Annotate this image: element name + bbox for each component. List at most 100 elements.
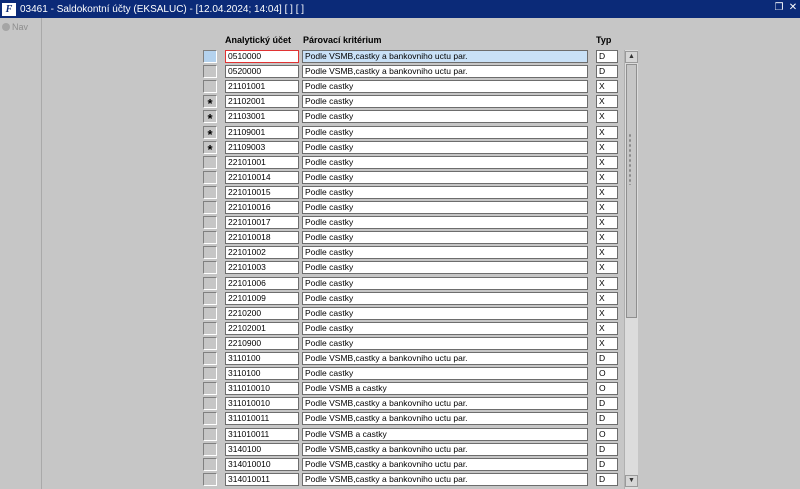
type-field[interactable]: D [596,397,618,410]
row-selector[interactable] [203,246,217,259]
table-row[interactable]: 3110100 Podle VSMB,castky a bankovniho uc… [203,352,618,367]
account-field[interactable]: 0520000 [225,65,299,78]
criterion-field[interactable]: Podle castky [302,307,588,320]
row-selector[interactable] [203,473,217,486]
table-row[interactable]: 221010015 Podle castky X [203,186,618,201]
restore-window-button[interactable]: ❐ [773,2,785,14]
account-field[interactable]: 311010011 [225,428,299,441]
type-field[interactable]: X [596,322,618,335]
account-field[interactable]: 22101006 [225,277,299,290]
table-row[interactable]: 311010011 Podle VSMB,castky a bankovniho … [203,412,618,427]
table-row[interactable]: 221010014 Podle castky X [203,171,618,186]
type-field[interactable]: X [596,156,618,169]
scroll-up-icon[interactable]: ▲ [625,51,638,63]
account-field[interactable]: 221010017 [225,216,299,229]
account-field[interactable]: 22101001 [225,156,299,169]
account-field[interactable]: 22102001 [225,322,299,335]
table-row[interactable]: 2210900 Podle castky X [203,337,618,352]
criterion-field[interactable]: Podle VSMB,castky a bankovniho uctu par. [302,65,588,78]
row-selector[interactable] [203,80,217,93]
criterion-field[interactable]: Podle castky [302,231,588,244]
criterion-field[interactable]: Podle castky [302,322,588,335]
criterion-field[interactable]: Podle castky [302,186,588,199]
close-window-button[interactable]: ✕ [787,2,799,14]
criterion-field[interactable]: Podle castky [302,126,588,139]
row-selector[interactable] [203,382,217,395]
scroll-down-icon[interactable]: ▼ [625,475,638,487]
type-field[interactable]: X [596,231,618,244]
account-field[interactable]: 22101002 [225,246,299,259]
row-selector[interactable]: * [203,126,217,142]
row-selector[interactable] [203,397,217,410]
criterion-field[interactable]: Podle VSMB,castky a bankovniho uctu par. [302,50,588,63]
criterion-field[interactable]: Podle VSMB a castky [302,382,588,395]
row-selector[interactable]: * [203,110,217,126]
table-row[interactable]: 22102001 Podle castky X [203,322,618,337]
criterion-field[interactable]: Podle castky [302,80,588,93]
type-field[interactable]: D [596,443,618,456]
row-selector[interactable] [203,50,217,63]
type-field[interactable]: X [596,126,618,139]
criterion-field[interactable]: Podle castky [302,201,588,214]
account-field[interactable]: 314010010 [225,458,299,471]
account-field[interactable]: 311010010 [225,382,299,395]
table-row[interactable]: 22101003 Podle castky X [203,261,618,276]
account-field[interactable]: 221010016 [225,201,299,214]
table-row[interactable]: * 21109001 Podle castky X [203,126,618,142]
type-field[interactable]: X [596,246,618,259]
account-field[interactable]: 221010014 [225,171,299,184]
row-selector[interactable] [203,277,217,290]
criterion-field[interactable]: Podle castky [302,337,588,350]
row-selector[interactable]: * [203,141,217,157]
table-row[interactable]: 22101009 Podle castky X [203,292,618,307]
type-field[interactable]: O [596,382,618,395]
table-row[interactable]: 314010011 Podle VSMB,castky a bankovniho … [203,473,618,488]
criterion-field[interactable]: Podle castky [302,216,588,229]
table-row[interactable]: * 21109003 Podle castky X [203,141,618,157]
account-field[interactable]: 311010010 [225,397,299,410]
table-row[interactable]: 314010010 Podle VSMB,castky a bankovniho … [203,458,618,473]
table-row[interactable]: 2210200 Podle castky X [203,307,618,322]
type-field[interactable]: X [596,216,618,229]
type-field[interactable]: D [596,352,618,365]
row-selector[interactable] [203,412,217,425]
table-row[interactable]: 311010010 Podle VSMB,castky a bankovniho … [203,397,618,412]
criterion-field[interactable]: Podle VSMB,castky a bankovniho uctu par. [302,352,588,365]
criterion-field[interactable]: Podle VSMB,castky a bankovniho uctu par. [302,443,588,456]
criterion-field[interactable]: Podle castky [302,110,588,123]
type-field[interactable]: D [596,65,618,78]
type-field[interactable]: X [596,201,618,214]
account-field[interactable]: 221010015 [225,186,299,199]
table-row[interactable]: 0510000 Podle VSMB,castky a bankovniho uc… [203,50,618,65]
type-field[interactable]: X [596,95,618,108]
account-field[interactable]: 3110100 [225,352,299,365]
criterion-field[interactable]: Podle castky [302,261,588,274]
row-selector[interactable] [203,201,217,214]
criterion-field[interactable]: Podle castky [302,277,588,290]
row-selector[interactable] [203,367,217,380]
account-field[interactable]: 21109003 [225,141,299,154]
type-field[interactable]: X [596,80,618,93]
criterion-field[interactable]: Podle castky [302,156,588,169]
account-field[interactable]: 3110100 [225,367,299,380]
criterion-field[interactable]: Podle castky [302,246,588,259]
account-field[interactable]: 2210200 [225,307,299,320]
type-field[interactable]: D [596,473,618,486]
row-selector[interactable] [203,352,217,365]
row-selector[interactable] [203,231,217,244]
account-field[interactable]: 0510000 [225,50,299,63]
row-selector[interactable] [203,428,217,441]
type-field[interactable]: D [596,412,618,425]
table-row[interactable]: 3140100 Podle VSMB,castky a bankovniho uc… [203,443,618,458]
row-selector[interactable] [203,171,217,184]
criterion-field[interactable]: Podle castky [302,367,588,380]
table-row[interactable]: 221010017 Podle castky X [203,216,618,231]
table-row[interactable]: 22101002 Podle castky X [203,246,618,261]
row-selector[interactable] [203,443,217,456]
row-selector[interactable] [203,186,217,199]
account-field[interactable]: 311010011 [225,412,299,425]
row-selector[interactable] [203,292,217,305]
criterion-field[interactable]: Podle VSMB a castky [302,428,588,441]
type-field[interactable]: X [596,110,618,123]
row-selector[interactable] [203,322,217,335]
